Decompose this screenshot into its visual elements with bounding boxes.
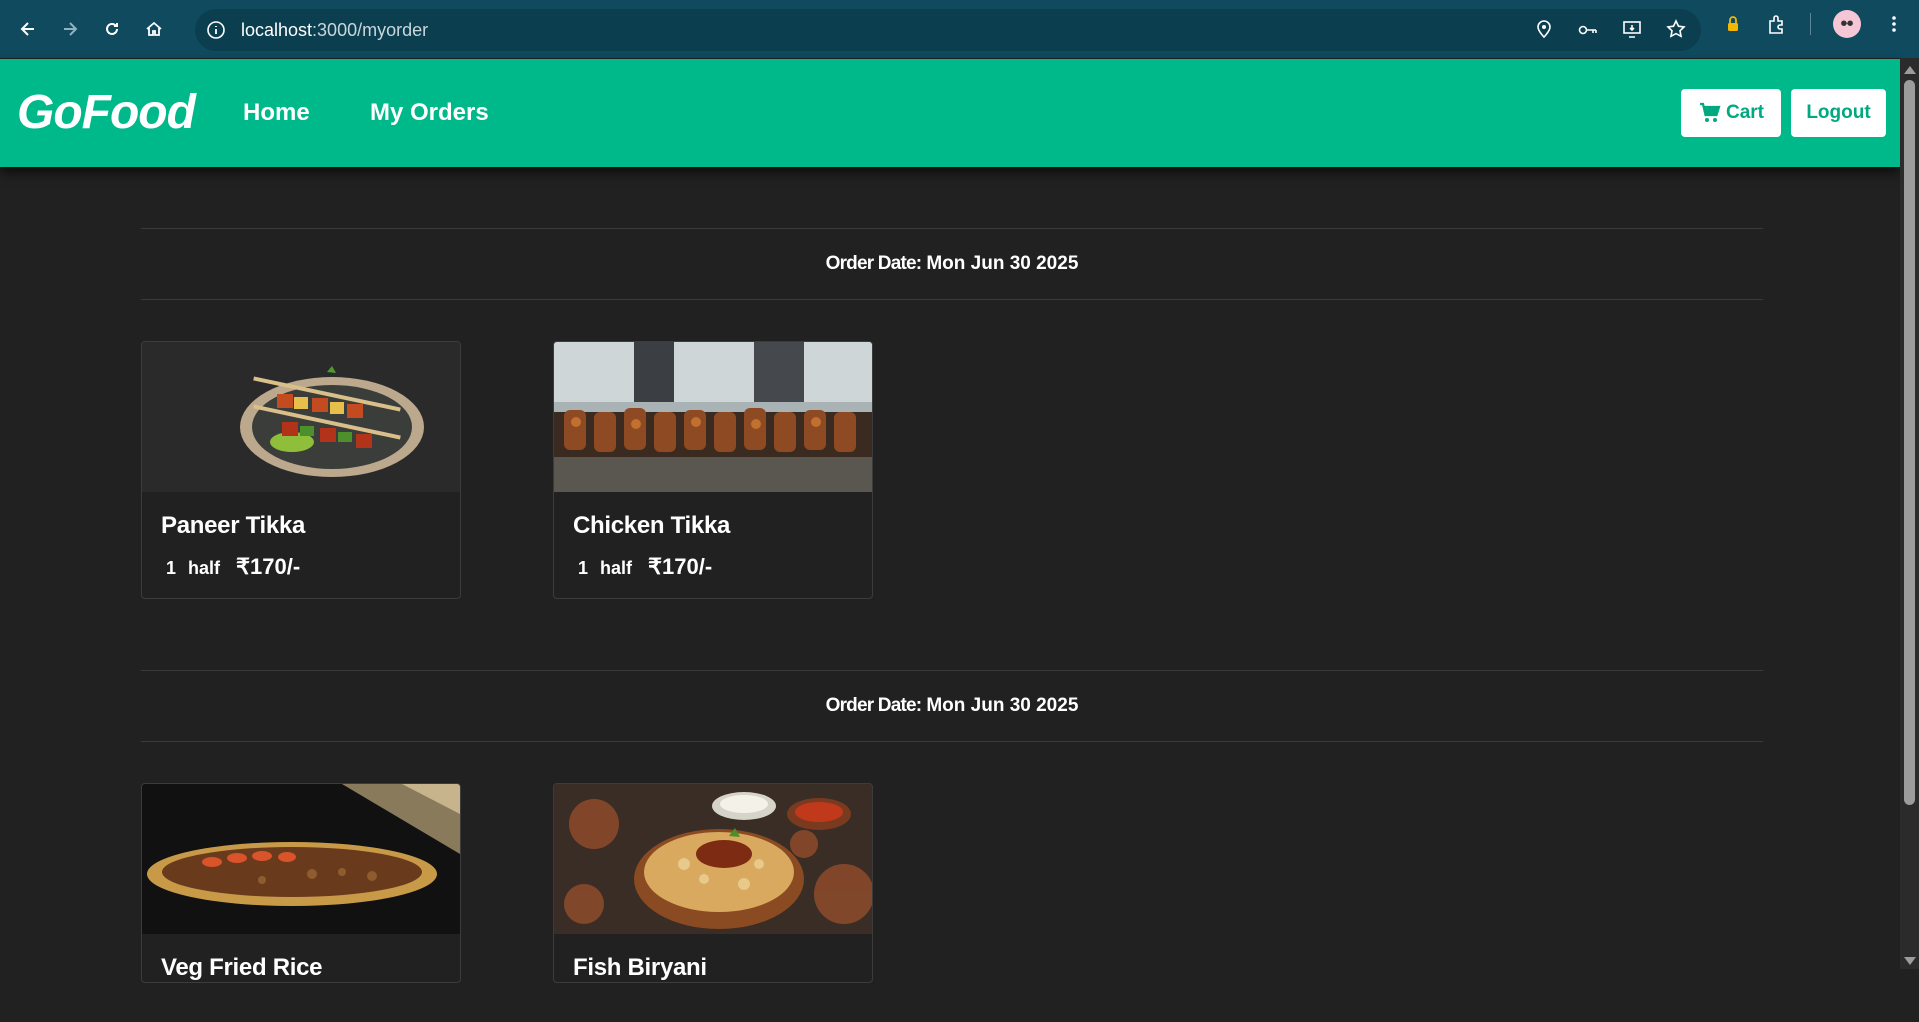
home-button[interactable] [140,15,168,43]
back-button[interactable] [14,15,42,43]
bookmark-star-icon[interactable] [1665,18,1687,40]
item-size: half [600,558,633,578]
fish-biryani-image [554,784,872,934]
cart-button[interactable]: Cart [1681,89,1781,137]
scroll-up-arrow-icon[interactable] [1904,66,1916,74]
page-scrollbar[interactable] [1900,58,1919,969]
item-name: Paneer Tikka [161,512,306,539]
browser-toolbar: localhost:3000/myorder [0,0,1919,58]
home-icon [146,21,162,36]
item-quantity: 1 [166,558,177,578]
scroll-down-arrow-icon[interactable] [1904,957,1916,965]
order-item-card: Chicken Tikka 1 half ₹170/- [553,341,873,599]
nav-home-link[interactable]: Home [243,99,310,127]
profile-avatar[interactable] [1833,10,1861,38]
order-date-label: Order Date: [825,695,923,716]
nav-my-orders-link[interactable]: My Orders [370,99,489,127]
lock-extension-icon[interactable] [1722,13,1744,35]
item-price: ₹170/- [648,554,713,579]
item-price: ₹170/- [236,554,301,579]
item-quantity: 1 [578,558,589,578]
order-item-card: Fish Biryani [553,783,873,983]
extensions-icon[interactable] [1766,13,1788,35]
brand-logo[interactable]: GoFood [17,85,196,140]
toolbar-divider [1810,13,1811,35]
install-app-icon[interactable] [1621,18,1643,40]
order-item-card: Paneer Tikka 1 half ₹170/- [141,341,461,599]
url-host: localhost [241,19,313,40]
order-date-value: Mon Jun 30 2025 [926,695,1079,716]
url-path: :3000/myorder [312,19,429,40]
cart-label: Cart [1725,102,1764,123]
item-size: half [188,558,221,578]
browser-menu-icon[interactable] [1883,13,1905,35]
order-item-card: Veg Fried Rice [141,783,461,983]
forward-button[interactable] [56,15,84,43]
app-navbar: GoFood Home My Orders Cart Logout [0,59,1900,167]
order-date-header: Order Date: Mon Jun 30 2025 [141,228,1763,300]
address-bar[interactable]: localhost:3000/myorder [195,9,1701,51]
cart-icon [1699,102,1721,122]
order-date-label: Order Date: [825,253,923,274]
item-name: Veg Fried Rice [161,954,323,981]
order-date-header: Order Date: Mon Jun 30 2025 [141,670,1763,742]
reload-icon [106,22,118,35]
forward-arrow-icon [64,22,78,36]
location-icon[interactable] [1533,18,1555,40]
paneer-tikka-image [142,342,460,492]
logout-button[interactable]: Logout [1791,89,1886,137]
key-icon[interactable] [1577,18,1599,40]
order-date-value: Mon Jun 30 2025 [926,253,1079,274]
veg-fried-rice-image [142,784,460,934]
order-group: Order Date: Mon Jun 30 2025 Paneer Tikka… [141,228,1763,599]
avatar-icon [1836,13,1858,35]
scroll-thumb[interactable] [1904,80,1915,805]
site-info-icon[interactable] [205,19,227,41]
order-group: Order Date: Mon Jun 30 2025 Veg Fried Ri… [141,670,1763,1022]
back-arrow-icon [20,22,34,36]
reload-button[interactable] [98,15,126,43]
chicken-tikka-image [554,342,872,492]
url-text: localhost:3000/myorder [241,20,428,41]
item-name: Chicken Tikka [573,512,731,539]
item-name: Fish Biryani [573,954,707,981]
